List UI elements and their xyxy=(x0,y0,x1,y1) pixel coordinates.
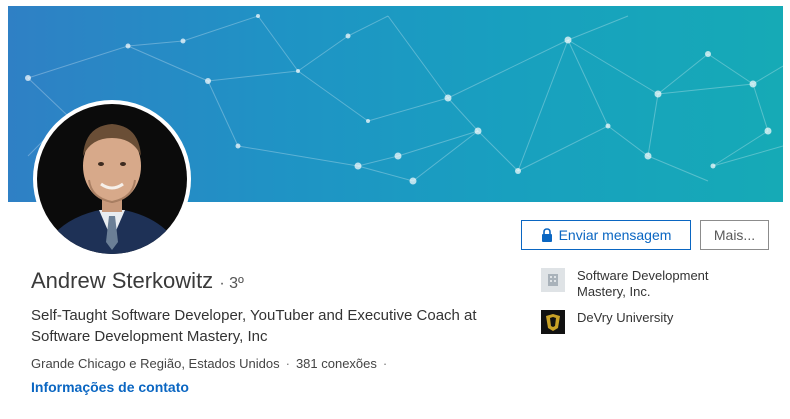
more-button[interactable]: Mais... xyxy=(700,220,769,250)
meta-separator: · xyxy=(285,356,290,371)
connections-count[interactable]: 381 conexões xyxy=(296,356,377,371)
profile-photo xyxy=(37,104,187,254)
more-label: Mais... xyxy=(713,227,756,243)
university-logo-icon xyxy=(541,310,565,334)
meta-separator: · xyxy=(382,356,388,371)
affiliation-company-label: Software Development Mastery, Inc. xyxy=(577,268,709,299)
company-logo-icon xyxy=(541,268,565,292)
profile-avatar[interactable] xyxy=(33,100,191,258)
send-message-button[interactable]: Enviar mensagem xyxy=(521,220,691,250)
lock-icon xyxy=(541,228,552,242)
affiliation-company[interactable]: Software Development Mastery, Inc. xyxy=(541,268,747,300)
affiliation-university[interactable]: DeVry University xyxy=(541,310,747,334)
connection-degree: · 3º xyxy=(219,275,244,292)
profile-card: Enviar mensagem Mais... Andrew Sterkowit… xyxy=(8,6,783,413)
profile-headline: Self-Taught Software Developer, YouTuber… xyxy=(31,307,477,345)
contact-info-link[interactable]: Informações de contato xyxy=(31,379,189,395)
send-message-label: Enviar mensagem xyxy=(558,227,672,243)
profile-name: Andrew Sterkowitz xyxy=(31,268,214,293)
profile-location: Grande Chicago e Região, Estados Unidos xyxy=(31,356,280,371)
profile-meta: Grande Chicago e Região, Estados Unidos ·… xyxy=(31,356,393,371)
profile-name-row: Andrew Sterkowitz · 3º xyxy=(31,268,244,294)
affiliation-university-label: DeVry University xyxy=(577,310,674,325)
